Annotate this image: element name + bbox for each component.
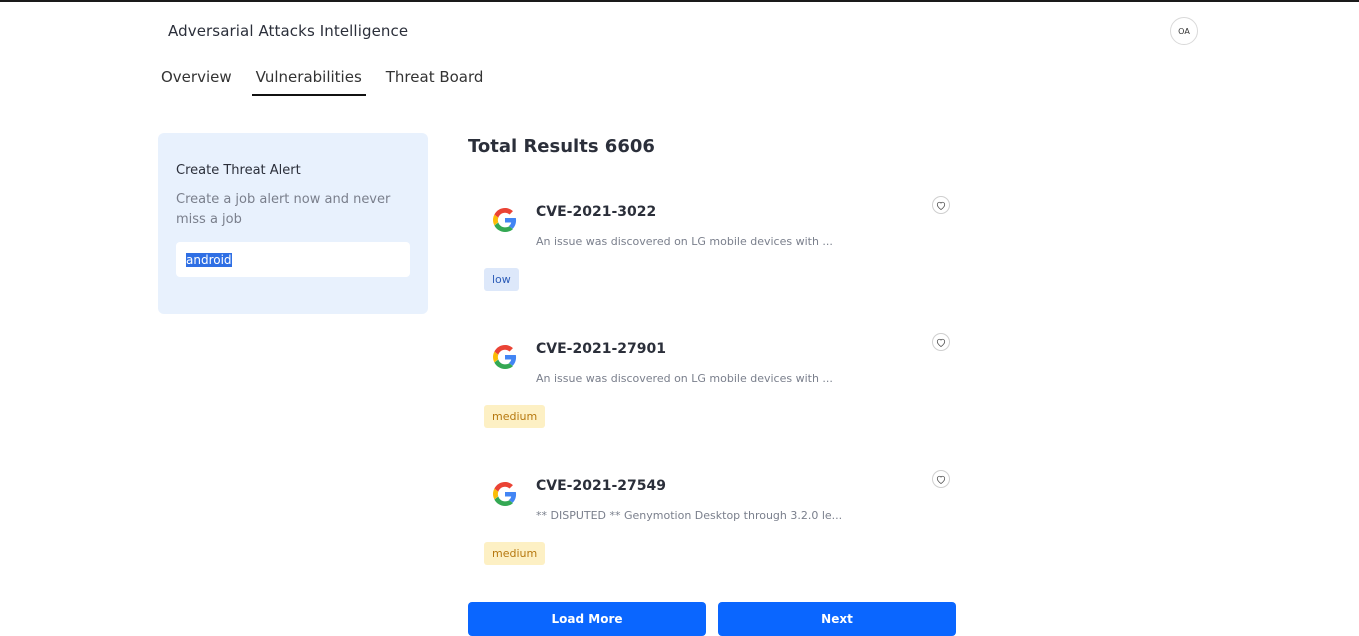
favorite-heart-icon[interactable] [932, 196, 950, 214]
severity-badge: medium [484, 542, 546, 565]
results-title: Total Results 6606 [468, 136, 655, 157]
tab-vulnerabilities[interactable]: Vulnerabilities [251, 66, 366, 96]
cve-id[interactable]: CVE-2021-27901 [536, 341, 666, 357]
next-button[interactable]: Next [718, 602, 956, 636]
google-logo-icon [493, 208, 517, 232]
heart-icon [936, 475, 946, 484]
cve-description: An issue was discovered on LG mobile dev… [536, 235, 833, 248]
load-more-button[interactable]: Load More [468, 602, 706, 636]
heart-icon [936, 338, 946, 347]
severity-badge: medium [484, 405, 546, 428]
app-title: Adversarial Attacks Intelligence [168, 22, 409, 40]
favorite-heart-icon[interactable] [932, 333, 950, 351]
cve-id[interactable]: CVE-2021-27549 [536, 478, 666, 494]
google-logo-icon [493, 345, 517, 369]
alert-card-description: Create a job alert now and never miss a … [176, 192, 391, 227]
main-tabs: Overview Vulnerabilities Threat Board [161, 66, 507, 96]
cve-id[interactable]: CVE-2021-3022 [536, 204, 656, 220]
tab-overview[interactable]: Overview [161, 66, 232, 96]
create-threat-alert-card: Create Threat Alert Create a job alert n… [158, 133, 428, 314]
google-logo-icon [493, 482, 517, 506]
cve-description: An issue was discovered on LG mobile dev… [536, 372, 833, 385]
result-card[interactable]: CVE-2021-27549 ** DISPUTED ** Genymotion… [468, 464, 956, 584]
severity-badge: low [484, 268, 519, 291]
result-card[interactable]: CVE-2021-27901 An issue was discovered o… [468, 327, 956, 447]
avatar-initials: OA [1178, 26, 1190, 36]
cve-description: ** DISPUTED ** Genymotion Desktop throug… [536, 509, 843, 522]
alert-card-title: Create Threat Alert [176, 163, 301, 178]
result-card[interactable]: CVE-2021-3022 An issue was discovered on… [468, 190, 956, 310]
heart-icon [936, 201, 946, 210]
tab-threat-board[interactable]: Threat Board [386, 66, 484, 96]
alert-keyword-value: android [186, 252, 232, 267]
alert-keyword-input[interactable]: android [176, 242, 410, 277]
top-border [0, 0, 1359, 2]
avatar[interactable]: OA [1170, 17, 1198, 45]
favorite-heart-icon[interactable] [932, 470, 950, 488]
